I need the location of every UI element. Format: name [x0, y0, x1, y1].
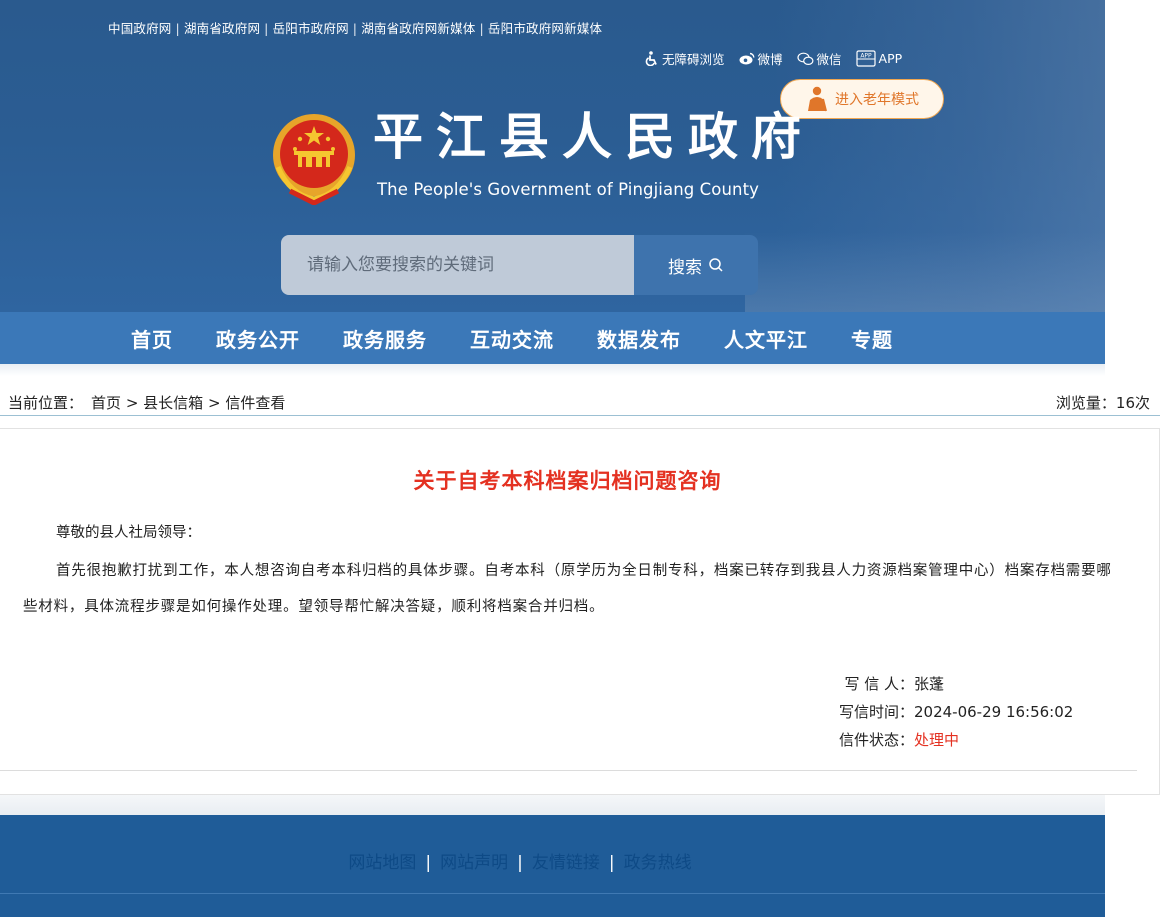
app-link[interactable]: APP APP: [855, 50, 903, 67]
footer-divider: [0, 893, 1105, 894]
site-footer: 网站地图 | 网站声明 | 友情链接 | 政务热线: [0, 815, 1105, 917]
status-row: 信件状态：处理中: [828, 726, 1073, 754]
site-subtitle: The People's Government of Pingjiang Cou…: [377, 180, 760, 199]
separator: |: [264, 21, 269, 36]
search-bar: 搜索: [281, 235, 758, 295]
breadcrumb-separator: >: [125, 394, 139, 412]
view-count: 浏览量：16次: [1056, 392, 1150, 413]
top-links-bar: 中国政府网 | 湖南省政府网 | 岳阳市政府网 | 湖南省政府网新媒体 | 岳阳市政府网新媒体: [108, 18, 602, 37]
breadcrumb-separator: >: [207, 394, 221, 412]
header-tools: 无障碍浏览 微博 微信 APP APP: [645, 49, 902, 68]
nav-list: 首页 政务公开 政务服务 互动交流 数据发布 人文平江 专题: [131, 312, 936, 364]
status-label: 信件状态：: [838, 731, 914, 749]
separator: |: [352, 21, 358, 36]
elder-mode-label: 进入老年模式: [835, 92, 919, 108]
writer-row: 写 信 人：张蓬: [828, 670, 1073, 698]
national-emblem-icon: [273, 114, 355, 205]
breadcrumb-label: 当前位置：: [8, 394, 84, 412]
weibo-link[interactable]: 微博: [739, 49, 783, 68]
writer-label: 写 信 人：: [844, 675, 914, 693]
search-icon: [709, 258, 723, 272]
footer-link-sitemap[interactable]: 网站地图: [348, 853, 416, 873]
divider: [0, 770, 1137, 771]
accessibility-label: 无障碍浏览: [662, 52, 725, 67]
view-count-label: 浏览量：: [1055, 394, 1116, 412]
letter-title: 关于自考本科档案归档问题咨询: [413, 469, 722, 493]
top-link-yueyang-new-media[interactable]: 岳阳市政府网新媒体: [488, 21, 602, 36]
nav-item-gov-affairs-public[interactable]: 政务公开: [216, 324, 300, 353]
footer-link-hotline[interactable]: 政务热线: [624, 853, 692, 873]
separator: |: [479, 21, 484, 36]
wechat-link[interactable]: 微信: [796, 49, 842, 68]
top-link-gov-cn[interactable]: 中国政府网: [108, 21, 172, 36]
breadcrumb-mailbox[interactable]: 县长信箱: [143, 394, 203, 412]
site-title: 平江县人民政府: [373, 107, 814, 166]
writer-value: 张蓬: [914, 675, 945, 693]
weibo-label: 微博: [757, 52, 783, 67]
nav-item-interaction[interactable]: 互动交流: [470, 324, 554, 353]
letter-greeting: 尊敬的县人社局领导：: [56, 525, 201, 541]
search-button[interactable]: 搜索: [634, 235, 758, 295]
search-button-label: 搜索: [668, 257, 702, 278]
app-label: APP: [878, 51, 903, 66]
view-count-value: 16次: [1115, 394, 1150, 412]
nav-item-data-release[interactable]: 数据发布: [597, 324, 681, 353]
breadcrumb-home[interactable]: 首页: [91, 394, 121, 412]
app-icon-text: APP: [860, 53, 872, 60]
top-link-hunan-gov[interactable]: 湖南省政府网: [184, 21, 260, 36]
nav-shadow: [0, 364, 1105, 376]
accessibility-link[interactable]: 无障碍浏览: [645, 49, 725, 68]
main-nav: 首页 政务公开 政务服务 互动交流 数据发布 人文平江 专题: [0, 312, 1105, 364]
separator: |: [425, 853, 432, 873]
site-header: 中国政府网 | 湖南省政府网 | 岳阳市政府网 | 湖南省政府网新媒体 | 岳阳市政府网新媒体 …: [0, 0, 1105, 312]
footer-spacer: [0, 795, 1105, 815]
nav-item-culture[interactable]: 人文平江: [724, 324, 808, 353]
app-icon: APP: [855, 50, 876, 67]
nav-item-gov-services[interactable]: 政务服务: [343, 324, 427, 353]
nav-item-home[interactable]: 首页: [131, 324, 173, 353]
letter-card: 关于自考本科档案归档问题咨询 尊敬的县人社局领导： 首先很抱歉打扰到工作，本人想…: [0, 428, 1160, 795]
separator: |: [608, 853, 615, 873]
time-value: 2024-06-29 16:56:02: [914, 703, 1074, 721]
separator: |: [517, 853, 523, 873]
breadcrumb-current: 信件查看: [225, 394, 286, 412]
top-link-yueyang-gov[interactable]: 岳阳市政府网: [273, 21, 349, 36]
search-input[interactable]: [281, 235, 634, 295]
wechat-icon: [796, 52, 814, 65]
time-row: 写信时间：2024-06-29 16:56:02: [828, 698, 1073, 726]
status-badge: 处理中: [914, 731, 960, 749]
breadcrumb-row: 当前位置： 首页 > 县长信箱 > 信件查看 浏览量：16次: [0, 381, 1160, 416]
breadcrumb: 当前位置： 首页 > 县长信箱 > 信件查看: [8, 392, 285, 413]
nav-item-topics[interactable]: 专题: [851, 324, 893, 353]
separator: |: [175, 21, 180, 36]
top-link-hunan-new-media[interactable]: 湖南省政府网新媒体: [361, 21, 475, 36]
footer-links: 网站地图 | 网站声明 | 友情链接 | 政务热线: [0, 848, 1040, 873]
weibo-icon: [739, 52, 755, 65]
header-skyline-decoration: [745, 232, 1105, 312]
accessibility-icon: [645, 51, 657, 66]
footer-link-friend-links[interactable]: 友情链接: [532, 853, 600, 873]
footer-link-statement[interactable]: 网站声明: [440, 853, 508, 873]
letter-body: 首先很抱歉打扰到工作，本人想咨询自考本科归档的具体步骤。自考本科（原学历为全日制…: [23, 563, 1112, 615]
letter-meta: 写 信 人：张蓬 写信时间：2024-06-29 16:56:02 信件状态：处…: [828, 670, 1073, 754]
time-label: 写信时间：: [838, 703, 914, 721]
wechat-label: 微信: [816, 52, 842, 67]
